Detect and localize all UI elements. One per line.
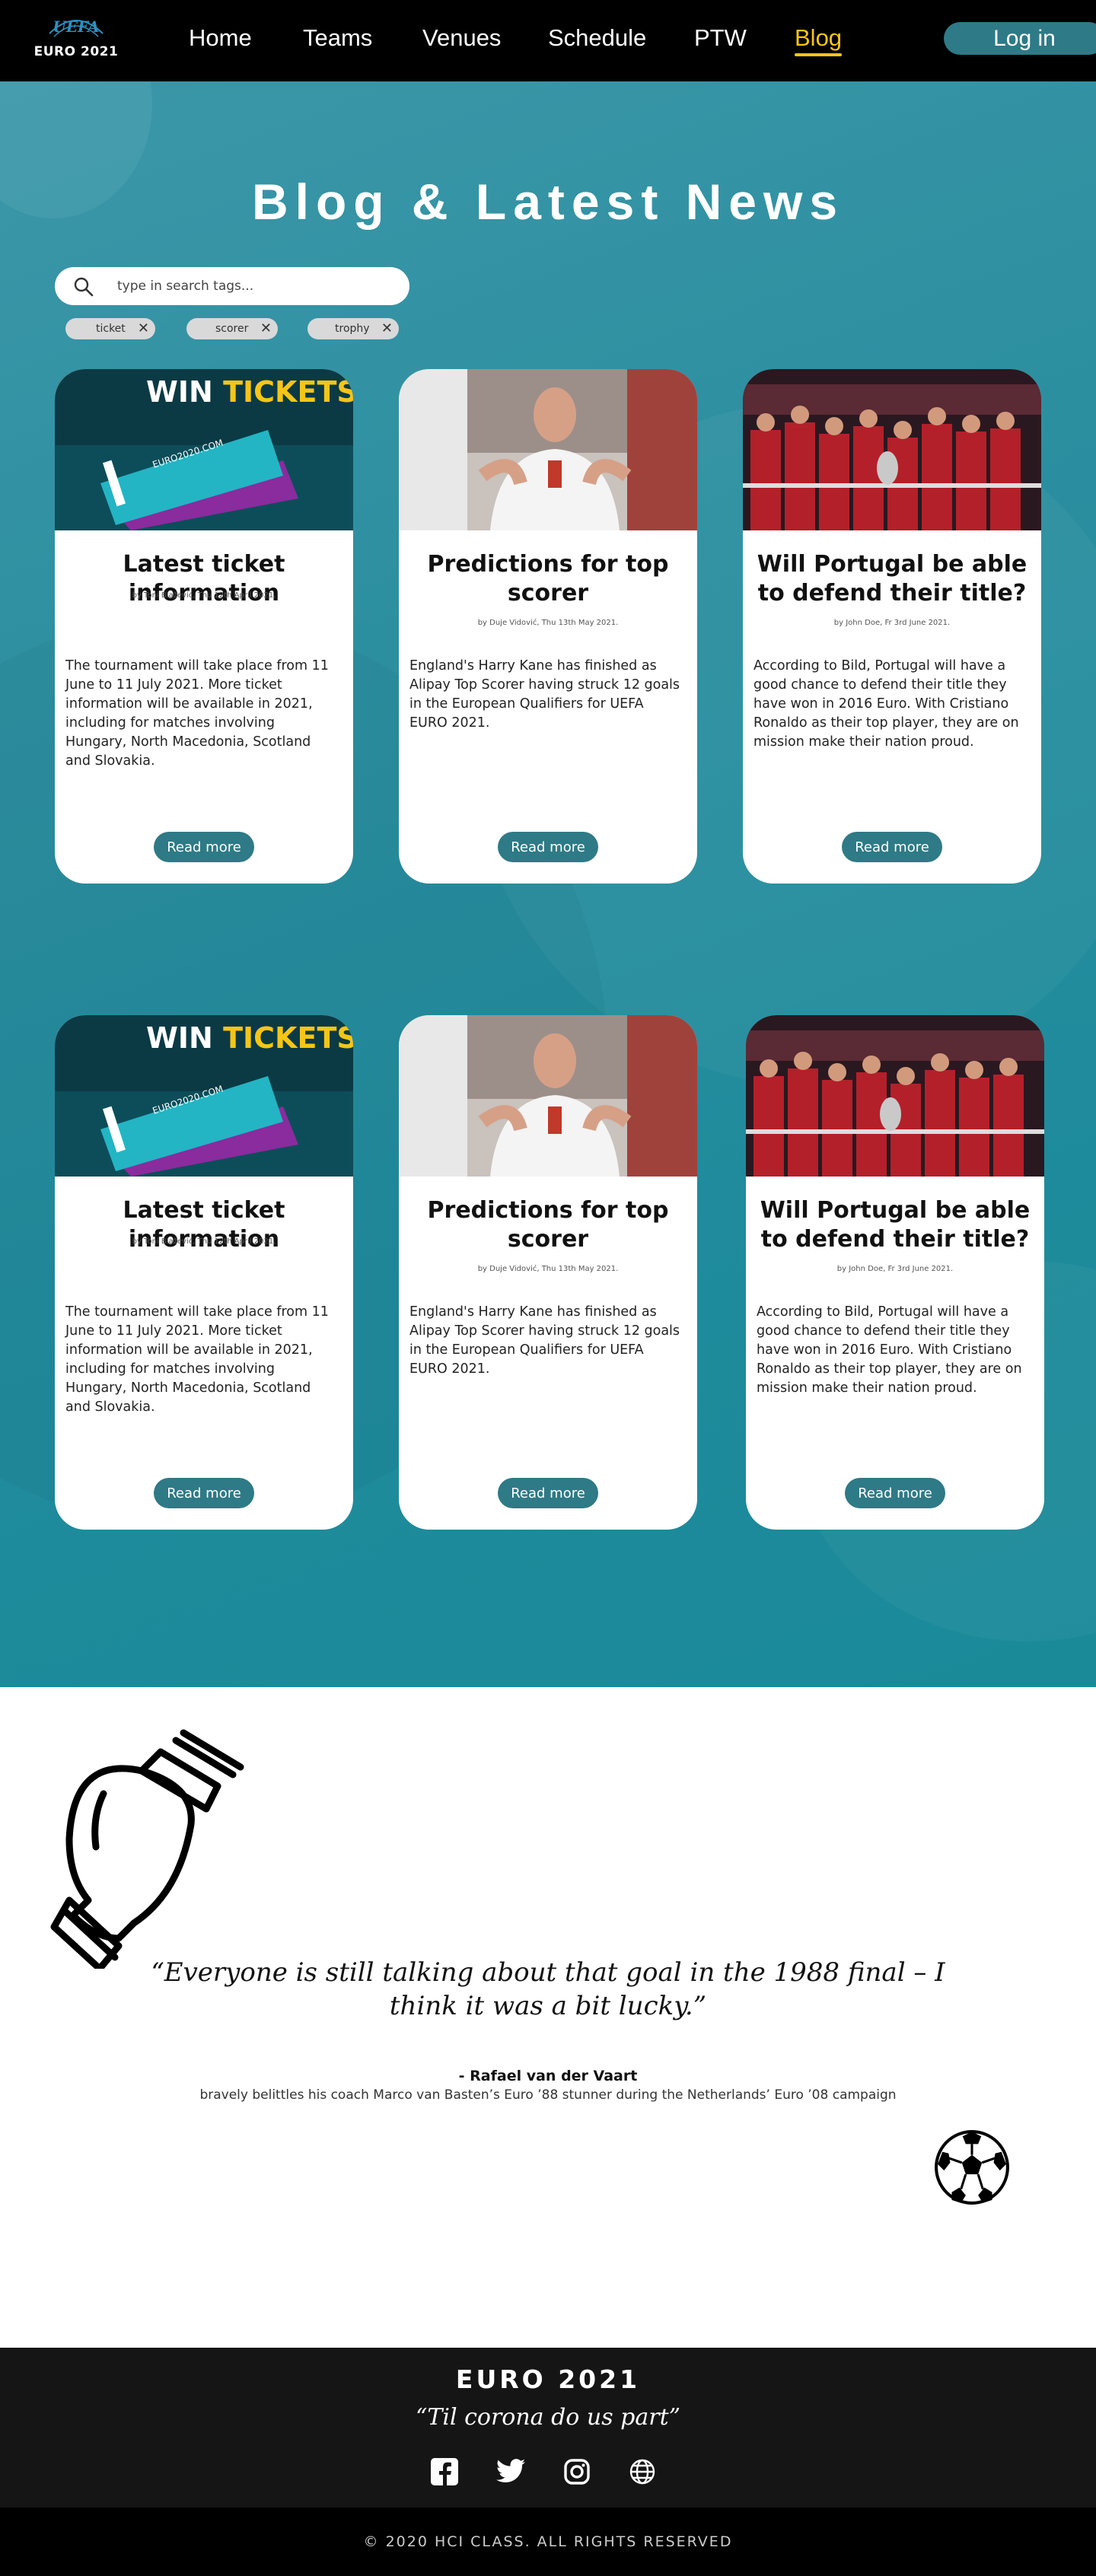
blog-card: Predictions for top scorer by Duje Vidov… bbox=[399, 1015, 697, 1530]
close-icon[interactable]: ✕ bbox=[138, 318, 149, 339]
blog-card: Will Portugal be able to defend their ti… bbox=[743, 369, 1041, 884]
copyright-bar: © 2020 HCI CLASS. ALL RIGHTS RESERVED bbox=[0, 2508, 1096, 2576]
facebook-icon[interactable] bbox=[431, 2458, 458, 2488]
quote-text: “Everyone is still talking about that go… bbox=[151, 1957, 945, 2021]
blog-card: WIN TICKETS EURO2020.COM Latest ticket i… bbox=[55, 1015, 353, 1530]
blog-card: Predictions for top scorer by Duje Vidov… bbox=[399, 369, 697, 884]
search-icon bbox=[74, 277, 94, 297]
instagram-icon[interactable] bbox=[563, 2458, 591, 2488]
search-bar bbox=[55, 267, 409, 305]
portugal-team-image bbox=[743, 369, 1041, 530]
nav-ptw[interactable]: PTW bbox=[694, 24, 747, 52]
nav-teams[interactable]: Teams bbox=[303, 24, 372, 52]
tag-chip-scorer[interactable]: scorer ✕ bbox=[186, 318, 278, 339]
blog-card: Will Portugal be able to defend their ti… bbox=[746, 1015, 1044, 1530]
win-tickets-text: WIN TICKETS bbox=[146, 1021, 353, 1055]
top-navigation-bar: UEFA EURO 2021 Home Teams Venues Schedul… bbox=[0, 0, 1096, 81]
harry-kane-image bbox=[399, 369, 697, 530]
tag-chip-trophy[interactable]: trophy ✕ bbox=[307, 318, 399, 339]
win-tickets-image: WIN TICKETS EURO2020.COM bbox=[55, 369, 353, 530]
card-body: According to Bild, Portugal will have a … bbox=[757, 1304, 1022, 1396]
uefa-logo-icon: UEFA bbox=[49, 18, 104, 37]
quote-author: - Rafael van der Vaart bbox=[458, 2068, 638, 2084]
card-title: Predictions for top scorer bbox=[427, 551, 669, 607]
card-title: Will Portugal be able to defend their ti… bbox=[757, 551, 1028, 607]
nav-home[interactable]: Home bbox=[189, 24, 252, 52]
card-title: Predictions for top scorer bbox=[427, 1197, 669, 1253]
harry-kane-image bbox=[399, 1015, 697, 1177]
blog-card: WIN TICKETS EURO2020.COM Latest ticket i… bbox=[55, 369, 353, 884]
card-body: According to Bild, Portugal will have a … bbox=[754, 658, 1019, 750]
tag-label: scorer bbox=[215, 323, 249, 335]
logo-text: EURO 2021 bbox=[33, 44, 119, 59]
win-tickets-image: WIN TICKETS EURO2020.COM bbox=[55, 1015, 353, 1177]
quote-section: “Everyone is still talking about that go… bbox=[0, 1687, 1096, 2348]
read-more-button[interactable]: Read more bbox=[498, 1478, 598, 1508]
card-body: The tournament will take place from 11 J… bbox=[65, 1304, 329, 1415]
close-icon[interactable]: ✕ bbox=[260, 318, 272, 339]
search-input[interactable] bbox=[117, 275, 391, 298]
euro-2021-logo[interactable]: UEFA EURO 2021 bbox=[33, 11, 119, 65]
twitter-icon[interactable] bbox=[496, 2458, 525, 2487]
card-meta: by Toni Blažević, Thu 12th April 2021. bbox=[132, 591, 276, 600]
card-body: The tournament will take place from 11 J… bbox=[65, 658, 329, 769]
read-more-button[interactable]: Read more bbox=[154, 1478, 254, 1508]
tag-label: ticket bbox=[96, 323, 126, 335]
close-icon[interactable]: ✕ bbox=[381, 318, 393, 339]
quote-caption: bravely belittles his coach Marco van Ba… bbox=[199, 2087, 897, 2103]
nav-blog[interactable]: Blog bbox=[795, 24, 843, 56]
win-tickets-text: WIN TICKETS bbox=[146, 375, 353, 409]
card-title: Will Portugal be able to defend their ti… bbox=[760, 1197, 1031, 1253]
login-button[interactable]: Log in bbox=[944, 22, 1096, 55]
card-body: England's Harry Kane has finished as Ali… bbox=[409, 658, 680, 731]
uefa-logo-script: UEFA bbox=[53, 18, 99, 36]
read-more-button[interactable]: Read more bbox=[845, 1478, 945, 1508]
soccer-ball-icon bbox=[935, 2130, 1009, 2205]
footer-title: EURO 2021 bbox=[455, 2364, 641, 2394]
read-more-button[interactable]: Read more bbox=[154, 832, 254, 862]
card-meta: by John Doe, Fr 3rd June 2021. bbox=[833, 619, 951, 627]
footer: EURO 2021 “Til corona do us part” bbox=[0, 2348, 1096, 2508]
card-body: England's Harry Kane has finished as Ali… bbox=[409, 1304, 680, 1377]
card-meta: by John Doe, Fr 3rd June 2021. bbox=[836, 1265, 954, 1273]
footer-subtitle: “Til corona do us part” bbox=[416, 2404, 680, 2431]
tag-label: trophy bbox=[335, 323, 370, 335]
nav-schedule[interactable]: Schedule bbox=[548, 24, 646, 52]
card-meta: by Duje Vidović, Thu 13th May 2021. bbox=[477, 1265, 619, 1273]
portugal-team-image bbox=[746, 1015, 1044, 1177]
social-links bbox=[431, 2458, 667, 2488]
read-more-button[interactable]: Read more bbox=[498, 832, 598, 862]
nav-venues[interactable]: Venues bbox=[422, 24, 501, 52]
tag-chip-ticket[interactable]: ticket ✕ bbox=[65, 318, 155, 339]
globe-icon[interactable] bbox=[629, 2458, 656, 2488]
card-meta: by Duje Vidović, Thu 13th May 2021. bbox=[477, 619, 619, 627]
page-title: Blog & Latest News bbox=[251, 174, 845, 230]
blog-section: Blog & Latest News ticket ✕ scorer ✕ troph… bbox=[0, 81, 1096, 1687]
read-more-button[interactable]: Read more bbox=[842, 832, 942, 862]
trophy-icon bbox=[50, 1729, 244, 1969]
card-meta: by Toni Blažević, Thu 12th April 2021. bbox=[132, 1237, 276, 1246]
